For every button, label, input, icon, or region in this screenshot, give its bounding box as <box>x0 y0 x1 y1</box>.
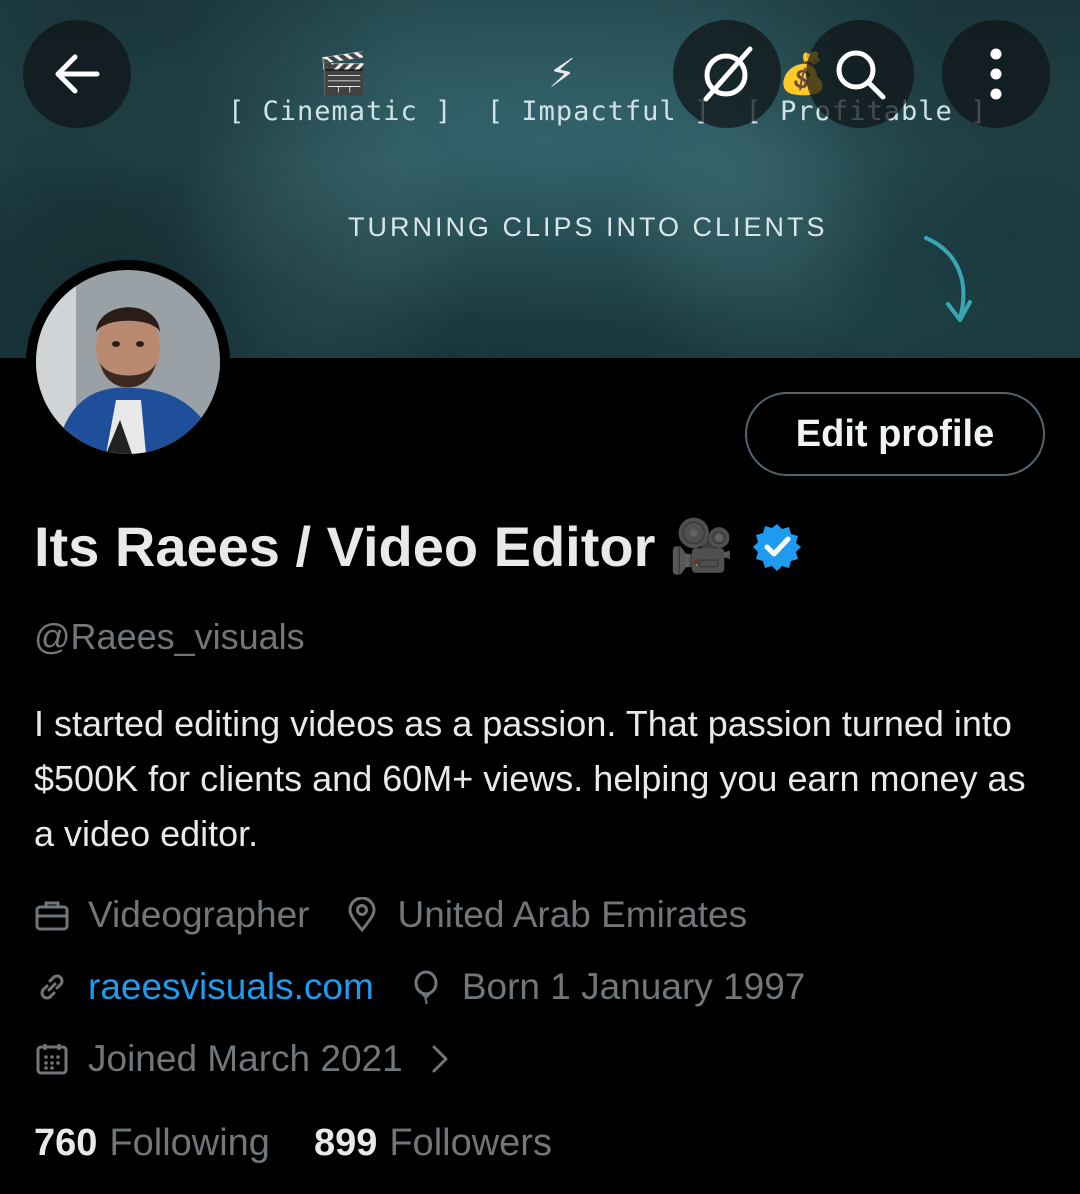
edit-profile-button[interactable]: Edit profile <box>745 392 1045 476</box>
video-camera-emoji: 🎥 <box>669 518 735 576</box>
verified-badge-icon[interactable] <box>752 522 802 572</box>
arrow-left-icon <box>55 54 100 94</box>
chevron-right-icon <box>432 1045 448 1073</box>
search-button[interactable] <box>806 20 914 128</box>
balloon-icon <box>414 970 438 1005</box>
birthday-text: Born 1 January 1997 <box>461 966 806 1007</box>
curved-arrow-icon <box>924 236 972 322</box>
lightning-emoji: ⚡ <box>548 51 577 97</box>
more-options-button[interactable] <box>942 20 1050 128</box>
back-button[interactable] <box>23 20 131 128</box>
following-stat[interactable]: 760 Following <box>34 1122 270 1165</box>
display-name: Its Raees / Video Editor <box>34 515 656 578</box>
following-label: Following <box>109 1122 270 1164</box>
joined-text: Joined March 2021 <box>88 1038 403 1079</box>
avatar-photo <box>36 270 220 454</box>
banner-tagline: TURNING CLIPS INTO CLIENTS <box>348 212 828 242</box>
calendar-icon <box>36 1044 68 1075</box>
location-item: United Arab Emirates <box>344 894 748 936</box>
profession-item: Videographer <box>34 894 310 936</box>
meta-row-2: raeesvisuals.com Born 1 January 1997 <box>34 966 839 1008</box>
website-link[interactable]: raeesvisuals.com <box>88 966 374 1008</box>
avatar[interactable] <box>36 270 220 454</box>
following-count: 760 <box>34 1122 98 1164</box>
clapperboard-emoji: 🎬 <box>318 51 368 97</box>
search-icon <box>836 50 886 100</box>
location-pin-icon <box>347 897 376 933</box>
website-item[interactable]: raeesvisuals.com <box>34 966 374 1008</box>
location-text: United Arab Emirates <box>397 894 748 935</box>
followers-stat[interactable]: 899 Followers <box>314 1122 552 1165</box>
meta-row-1: Videographer United Arab Emirates <box>34 894 781 936</box>
display-name-row: Its Raees / Video Editor 🎥 <box>34 514 802 579</box>
link-icon <box>40 974 64 1000</box>
meta-row-3[interactable]: Joined March 2021 <box>34 1038 507 1080</box>
followers-label: Followers <box>389 1122 552 1164</box>
briefcase-icon <box>35 901 69 931</box>
profession-text: Videographer <box>88 894 310 935</box>
followers-count: 899 <box>313 1122 378 1164</box>
user-handle: @Raees_visuals <box>34 616 305 657</box>
birthday-item: Born 1 January 1997 <box>408 966 806 1008</box>
grok-button[interactable] <box>673 20 781 128</box>
follow-stats: 760 Following 899 Followers <box>34 1122 596 1165</box>
joined-item[interactable]: Joined March 2021 <box>34 1038 473 1080</box>
more-vertical-icon <box>990 48 1002 100</box>
profile-bio: I started editing videos as a passion. T… <box>34 703 1026 854</box>
grok-icon <box>703 46 753 102</box>
